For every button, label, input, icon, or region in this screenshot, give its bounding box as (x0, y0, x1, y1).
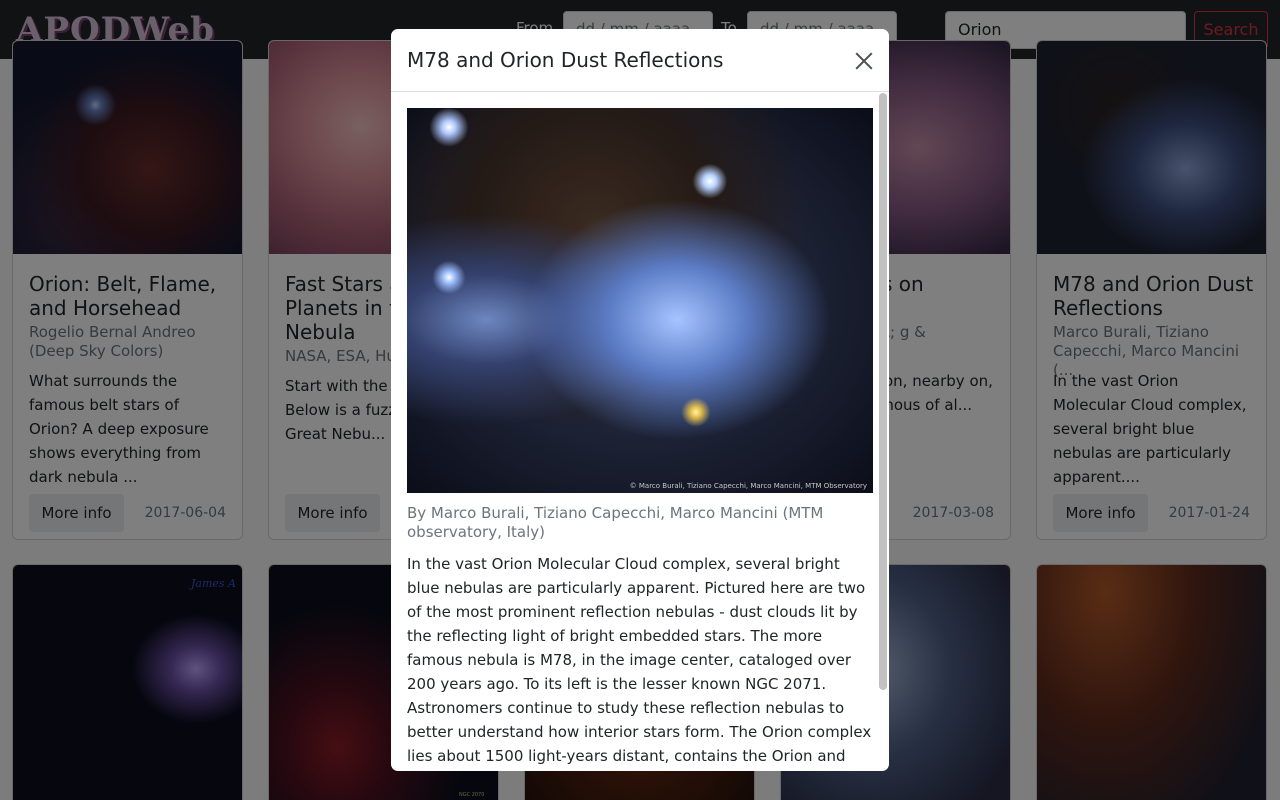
close-icon[interactable] (851, 48, 877, 74)
apod-detail-modal: M78 and Orion Dust Reflections © Marco B… (391, 29, 889, 771)
modal-body: © Marco Burali, Tiziano Capecchi, Marco … (391, 93, 889, 771)
modal-description: In the vast Orion Molecular Cloud comple… (407, 555, 872, 765)
modal-credit: By Marco Burali, Tiziano Capecchi, Marco… (407, 504, 824, 541)
image-credit-watermark: © Marco Burali, Tiziano Capecchi, Marco … (629, 482, 867, 490)
modal-image: © Marco Burali, Tiziano Capecchi, Marco … (407, 108, 873, 493)
modal-scrollbar[interactable] (879, 93, 887, 690)
modal-title: M78 and Orion Dust Reflections (407, 48, 724, 72)
modal-header: M78 and Orion Dust Reflections (391, 29, 889, 92)
